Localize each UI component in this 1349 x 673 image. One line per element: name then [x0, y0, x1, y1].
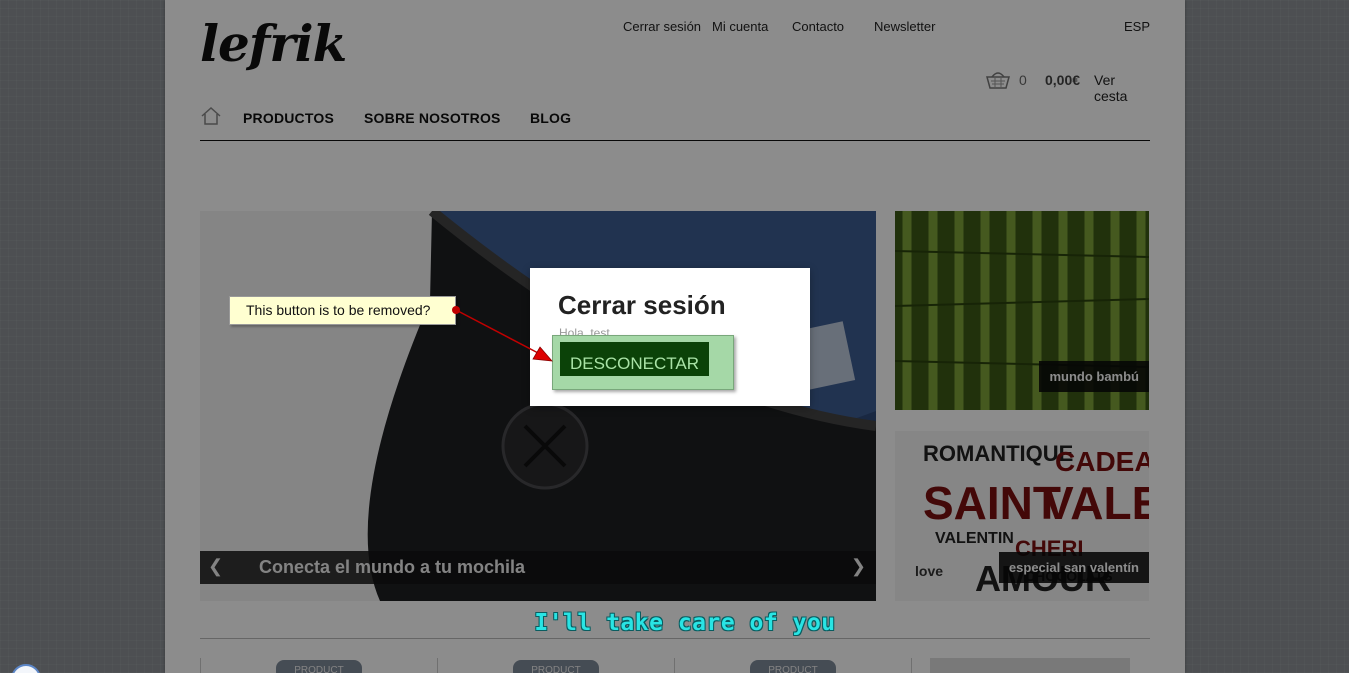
modal-title: Cerrar sesión [558, 290, 726, 320]
video-subtitle: I'll take care of you [534, 610, 836, 636]
annotation-note: This button is to be removed? [229, 296, 456, 325]
disconnect-button[interactable]: DESCONECTAR [560, 342, 709, 376]
